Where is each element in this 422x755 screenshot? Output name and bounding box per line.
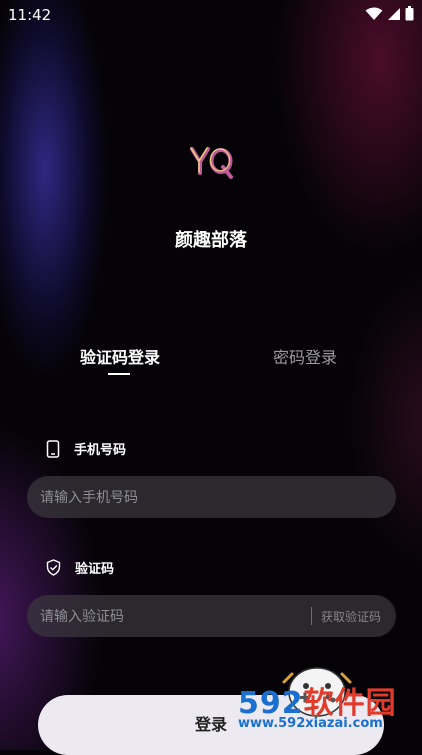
phone-label-text: 手机号码 — [74, 443, 127, 458]
phone-input-box[interactable] — [27, 476, 396, 520]
tab-sms-login[interactable]: 验证码登录 — [80, 344, 160, 368]
battery-icon — [405, 6, 414, 21]
watermark-url: www.592xiazai.com — [238, 716, 383, 731]
verification-code-input[interactable] — [38, 595, 302, 639]
code-input-box[interactable]: 获取验证码 — [27, 595, 396, 639]
watermark: 592软件园 www.592xiazai.com — [236, 678, 422, 750]
phone-icon — [46, 439, 60, 458]
code-label-text: 验证码 — [75, 562, 115, 577]
status-time: 11:42 — [8, 6, 52, 24]
login-button-label: 登录 — [194, 715, 227, 734]
signal-icon — [388, 7, 400, 20]
get-code-button[interactable]: 获取验证码 — [321, 608, 381, 625]
app-logo — [190, 147, 233, 179]
phone-input[interactable] — [38, 476, 382, 520]
status-bar: 11:42 — [0, 0, 422, 30]
wifi-icon — [365, 7, 383, 20]
active-tab-indicator — [108, 373, 130, 375]
status-icons — [365, 6, 414, 21]
code-field-label: 验证码 — [46, 558, 114, 577]
tab-password-login[interactable]: 密码登录 — [273, 344, 337, 368]
shield-icon — [46, 559, 61, 576]
phone-field-label: 手机号码 — [46, 439, 126, 458]
input-divider — [311, 607, 312, 625]
app-name: 颜趣部落 — [175, 230, 247, 251]
